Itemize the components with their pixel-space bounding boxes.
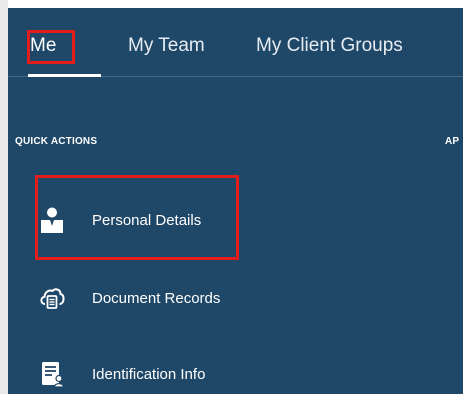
springboard-panel: Me My Team My Client Groups QUICK ACTION… (8, 8, 463, 394)
quick-action-document-records[interactable]: Document Records (34, 280, 354, 320)
tab-my-team[interactable]: My Team (128, 34, 205, 58)
active-tab-indicator (28, 74, 101, 77)
quick-action-label: Identification Info (92, 366, 206, 383)
id-card-icon (38, 360, 66, 388)
annotation-highlight-me-tab (27, 30, 75, 64)
quick-action-label: Document Records (92, 290, 221, 307)
quick-actions-heading: QUICK ACTIONS (15, 136, 98, 147)
navigation-tabs: Me My Team My Client Groups (8, 8, 463, 78)
quick-action-identification-info[interactable]: Identification Info (34, 356, 354, 394)
window-edge (0, 0, 8, 394)
tab-my-client-groups[interactable]: My Client Groups (256, 34, 403, 58)
annotation-highlight-personal-details (35, 175, 239, 260)
apps-heading: AP (445, 136, 460, 147)
cloud-document-icon (38, 284, 66, 312)
